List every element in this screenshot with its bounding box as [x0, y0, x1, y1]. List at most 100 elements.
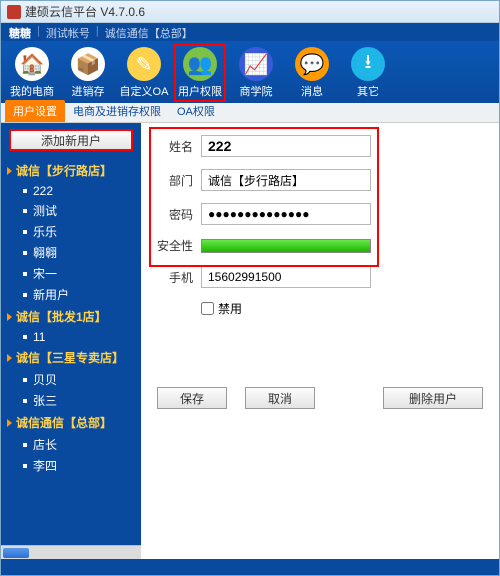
- toolbar-other[interactable]: ⭳ 其它: [343, 45, 393, 101]
- item-label: 乐乐: [33, 223, 57, 240]
- toolbar-label: 商学院: [240, 83, 273, 99]
- toolbar-shop[interactable]: 🏠 我的电商: [7, 45, 57, 101]
- item-label: 11: [33, 330, 45, 344]
- phone-input[interactable]: [201, 266, 371, 288]
- tree-group[interactable]: 诚信通信【总部】: [1, 411, 141, 434]
- account-user: 糖糖: [9, 25, 31, 39]
- tree-item[interactable]: 张三: [1, 390, 141, 411]
- toolbar-label: 其它: [357, 83, 379, 99]
- account-bar: 糖糖 | 测试帐号 | 诚信通信【总部】: [1, 23, 499, 41]
- perm-icon: 👥: [183, 47, 217, 81]
- group-label: 诚信【步行路店】: [16, 162, 112, 179]
- save-button[interactable]: 保存: [157, 387, 227, 409]
- tab-strip: 用户设置电商及进销存权限OA权限: [1, 103, 499, 123]
- password-input[interactable]: [201, 203, 371, 225]
- tree-item[interactable]: 贝贝: [1, 369, 141, 390]
- bullet-icon: [23, 464, 27, 468]
- toolbar-stock[interactable]: 📦 进销存: [63, 45, 113, 101]
- toolbar-label: 进销存: [72, 83, 105, 99]
- item-label: 测试: [33, 202, 57, 219]
- tree-item[interactable]: 店长: [1, 434, 141, 455]
- tab-usr[interactable]: 用户设置: [5, 100, 65, 122]
- item-label: 翱翱: [33, 244, 57, 261]
- disable-checkbox[interactable]: [201, 302, 214, 315]
- tree-group[interactable]: 诚信【三星专卖店】: [1, 346, 141, 369]
- bullet-icon: [23, 335, 27, 339]
- main-toolbar: 🏠 我的电商 📦 进销存 ✎ 自定义OA 👥 用户权限 📈 商学院 💬 消息 ⭳ 其它: [1, 41, 499, 103]
- item-label: 宋一: [33, 265, 57, 282]
- bullet-icon: [23, 251, 27, 255]
- label-dept: 部门: [157, 172, 193, 189]
- label-pwd: 密码: [157, 206, 193, 223]
- item-label: 222: [33, 184, 53, 198]
- account-type: 测试帐号: [46, 25, 90, 39]
- toolbar-label: 消息: [301, 83, 323, 99]
- titlebar: 建硕云信平台 V4.7.0.6: [1, 1, 499, 23]
- toolbar-school[interactable]: 📈 商学院: [231, 45, 281, 101]
- item-label: 贝贝: [33, 371, 57, 388]
- footer-strip: [1, 559, 499, 575]
- tree-item[interactable]: 新用户: [1, 284, 141, 305]
- bullet-icon: [23, 272, 27, 276]
- tree-item[interactable]: 翱翱: [1, 242, 141, 263]
- disable-label: 禁用: [218, 300, 242, 317]
- bullet-icon: [23, 230, 27, 234]
- tree-item[interactable]: 222: [1, 182, 141, 200]
- delete-user-button[interactable]: 删除用户: [383, 387, 483, 409]
- tab-oa[interactable]: OA权限: [169, 100, 223, 122]
- app-window: 建硕云信平台 V4.7.0.6 糖糖 | 测试帐号 | 诚信通信【总部】 🏠 我的…: [0, 0, 500, 576]
- tree-item[interactable]: 李四: [1, 455, 141, 476]
- oa-icon: ✎: [127, 47, 161, 81]
- item-label: 张三: [33, 392, 57, 409]
- account-org: 诚信通信【总部】: [105, 25, 193, 39]
- expand-icon: [7, 167, 12, 175]
- security-meter: [201, 239, 371, 253]
- sidebar-scrollbar[interactable]: [1, 545, 141, 559]
- bullet-icon: [23, 378, 27, 382]
- cancel-button[interactable]: 取消: [245, 387, 315, 409]
- group-label: 诚信【批发1店】: [16, 308, 107, 325]
- school-icon: 📈: [239, 47, 273, 81]
- form-panel: 姓名 部门 密码 安全性 手机 禁用: [141, 123, 499, 559]
- tree-item[interactable]: 宋一: [1, 263, 141, 284]
- toolbar-perm[interactable]: 👥 用户权限: [175, 45, 225, 101]
- expand-icon: [7, 419, 12, 427]
- app-icon: [7, 5, 21, 19]
- tree-item[interactable]: 乐乐: [1, 221, 141, 242]
- toolbar-oa[interactable]: ✎ 自定义OA: [119, 45, 169, 101]
- expand-icon: [7, 313, 12, 321]
- item-label: 店长: [33, 436, 57, 453]
- bullet-icon: [23, 209, 27, 213]
- toolbar-msg[interactable]: 💬 消息: [287, 45, 337, 101]
- tree-group[interactable]: 诚信【步行路店】: [1, 159, 141, 182]
- msg-icon: 💬: [295, 47, 329, 81]
- label-phone: 手机: [157, 269, 193, 286]
- window-title: 建硕云信平台 V4.7.0.6: [25, 3, 145, 20]
- stock-icon: 📦: [71, 47, 105, 81]
- other-icon: ⭳: [351, 47, 385, 81]
- bullet-icon: [23, 399, 27, 403]
- bullet-icon: [23, 189, 27, 193]
- label-security: 安全性: [157, 237, 193, 254]
- tree-item[interactable]: 测试: [1, 200, 141, 221]
- dept-input[interactable]: [201, 169, 371, 191]
- toolbar-label: 自定义OA: [120, 83, 169, 99]
- shop-icon: 🏠: [15, 47, 49, 81]
- sidebar: 添加新用户 诚信【步行路店】 222 测试乐乐翱翱宋一新用户诚信【批发1店】 11 诚信…: [1, 123, 141, 559]
- expand-icon: [7, 354, 12, 362]
- item-label: 李四: [33, 457, 57, 474]
- tab-ec[interactable]: 电商及进销存权限: [65, 100, 169, 122]
- group-label: 诚信通信【总部】: [16, 414, 112, 431]
- tree-group[interactable]: 诚信【批发1店】: [1, 305, 141, 328]
- tree-item[interactable]: 11: [1, 328, 141, 346]
- add-user-label: 添加新用户: [41, 132, 101, 149]
- item-label: 新用户: [33, 286, 69, 303]
- toolbar-label: 我的电商: [10, 83, 54, 99]
- label-name: 姓名: [157, 138, 193, 155]
- group-label: 诚信【三星专卖店】: [16, 349, 124, 366]
- bullet-icon: [23, 443, 27, 447]
- add-user-button[interactable]: 添加新用户: [9, 129, 133, 151]
- toolbar-label: 用户权限: [178, 83, 222, 99]
- bullet-icon: [23, 293, 27, 297]
- name-input[interactable]: [201, 135, 371, 157]
